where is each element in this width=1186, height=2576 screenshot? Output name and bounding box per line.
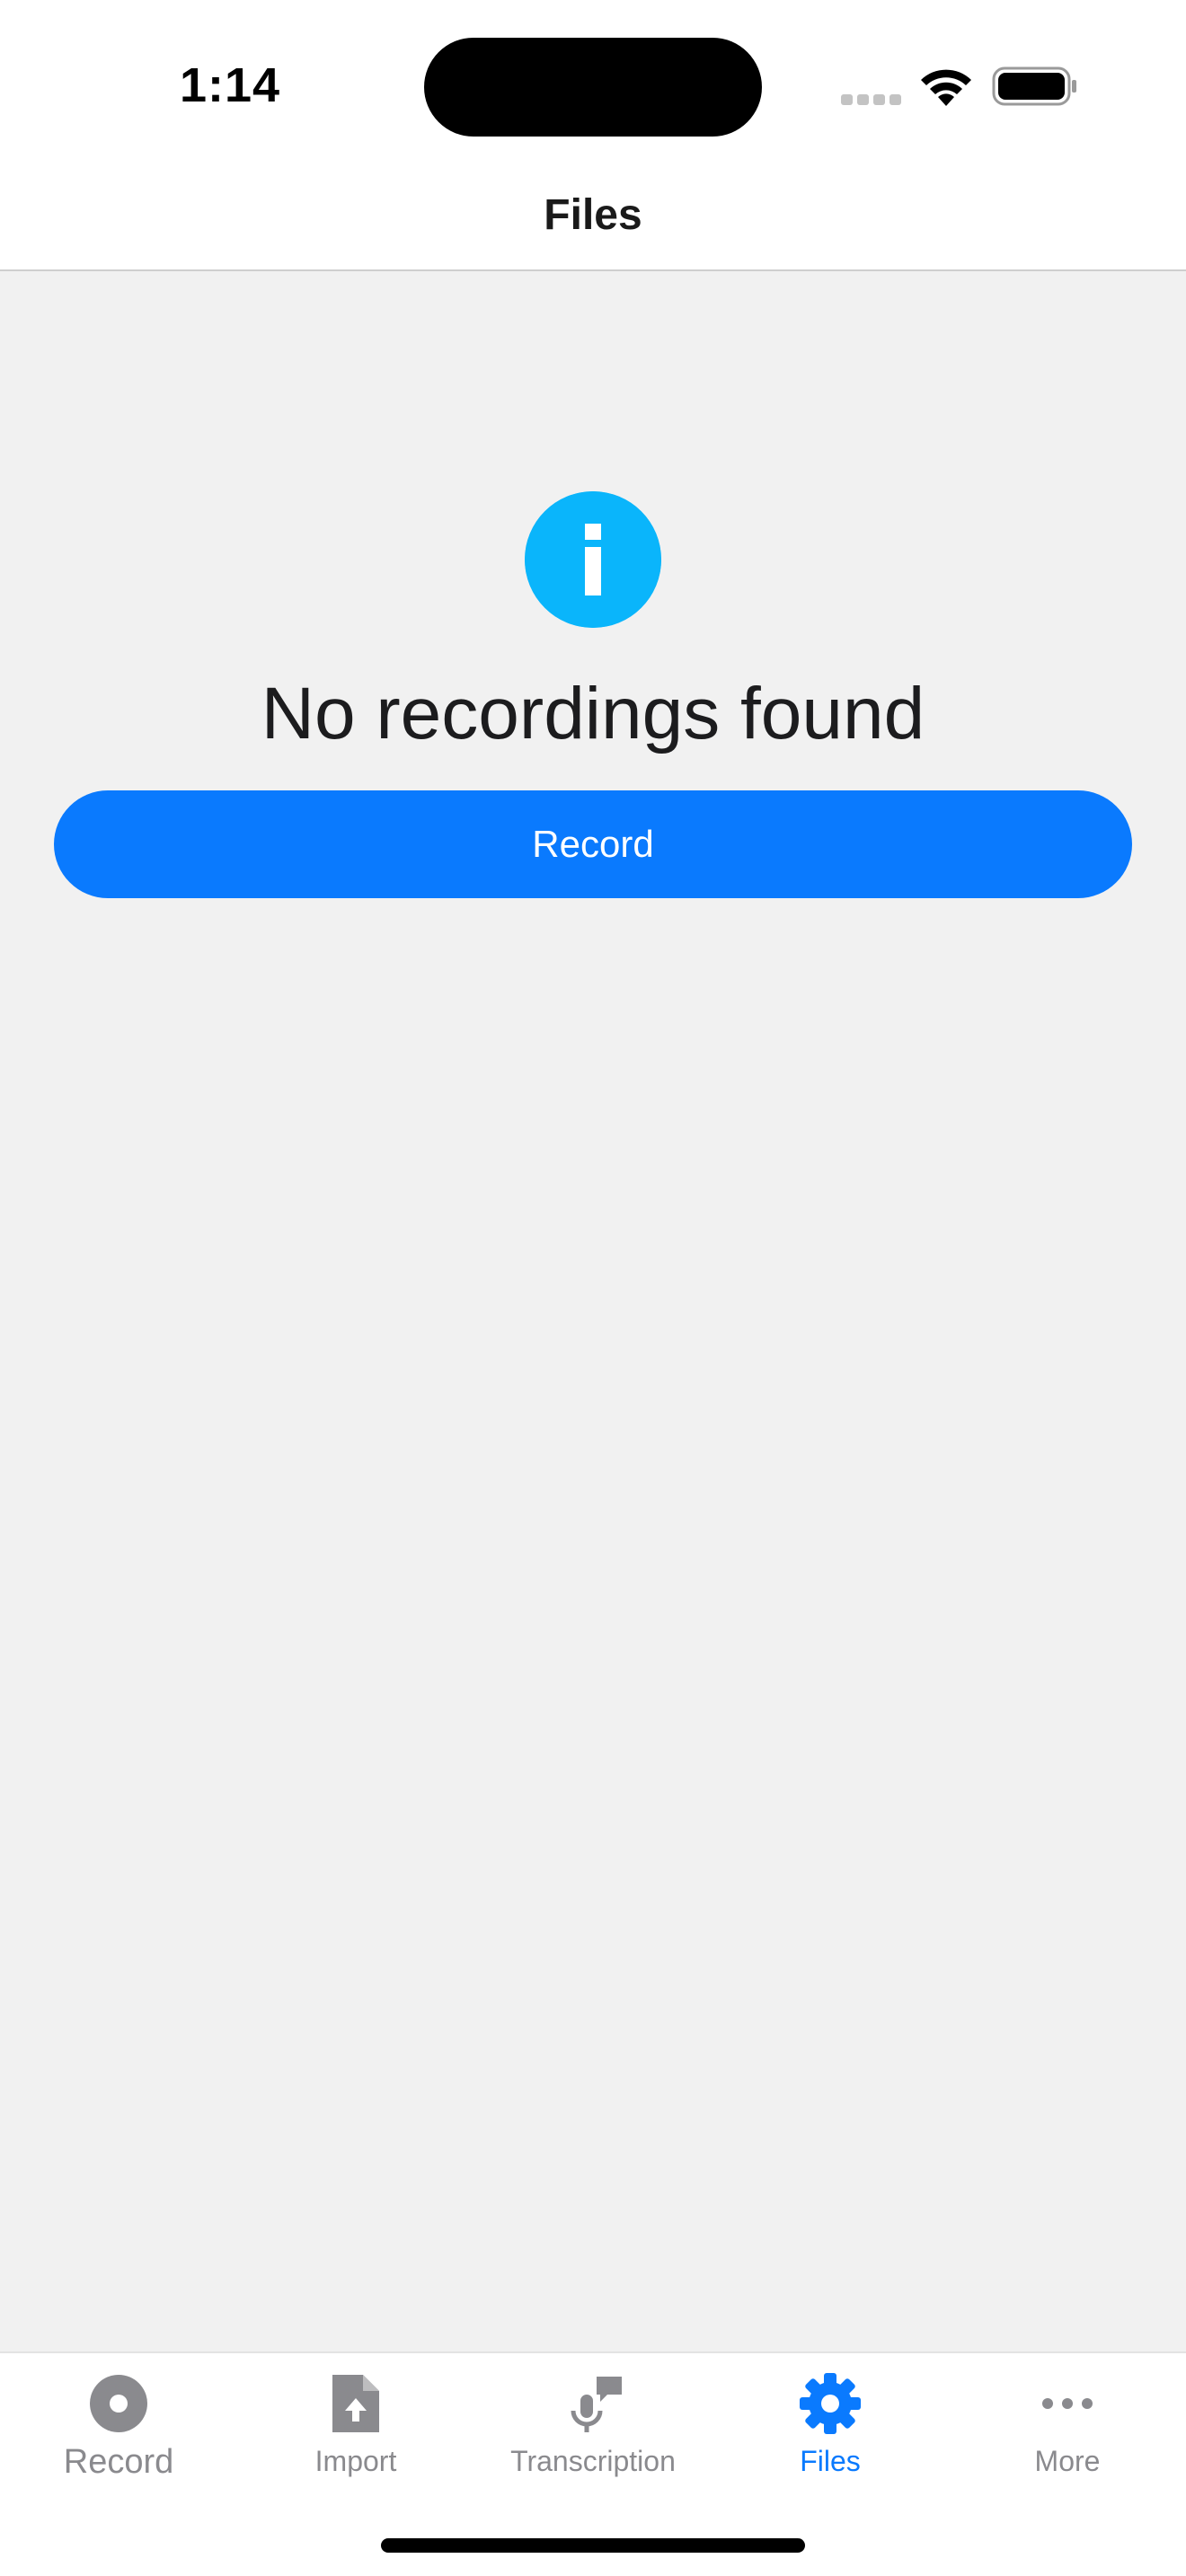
status-bar: 1:14 — [0, 0, 1186, 153]
tab-label: More — [1034, 2445, 1101, 2477]
tab-label: Files — [800, 2445, 861, 2477]
tab-transcription[interactable]: Transcription — [474, 2353, 712, 2524]
record-icon — [90, 2375, 147, 2432]
dynamic-island — [424, 38, 762, 137]
home-indicator — [381, 2538, 805, 2553]
tab-files[interactable]: Files — [712, 2353, 949, 2524]
tab-import[interactable]: Import — [237, 2353, 474, 2524]
gear-icon — [800, 2373, 861, 2434]
files-screen: 1:14 Files No recordings found Record Re… — [0, 0, 1186, 2576]
wifi-icon — [921, 69, 971, 106]
tab-label: Import — [314, 2445, 397, 2477]
tab-more[interactable]: More — [949, 2353, 1186, 2524]
navigation-bar: Files — [0, 153, 1186, 271]
page-title: Files — [544, 191, 642, 239]
info-icon — [525, 491, 661, 628]
tab-record[interactable]: Record — [0, 2353, 237, 2524]
ellipsis-icon — [1042, 2398, 1093, 2409]
status-time: 1:14 — [180, 58, 281, 112]
battery-icon — [992, 66, 1076, 106]
tab-label: Record — [63, 2443, 174, 2481]
cellular-signal-icon — [841, 94, 902, 105]
empty-state-message: No recordings found — [261, 673, 925, 754]
file-upload-icon — [332, 2375, 379, 2432]
tab-label: Transcription — [510, 2445, 676, 2477]
record-button[interactable]: Record — [54, 790, 1132, 898]
microphone-speech-icon — [571, 2377, 622, 2432]
